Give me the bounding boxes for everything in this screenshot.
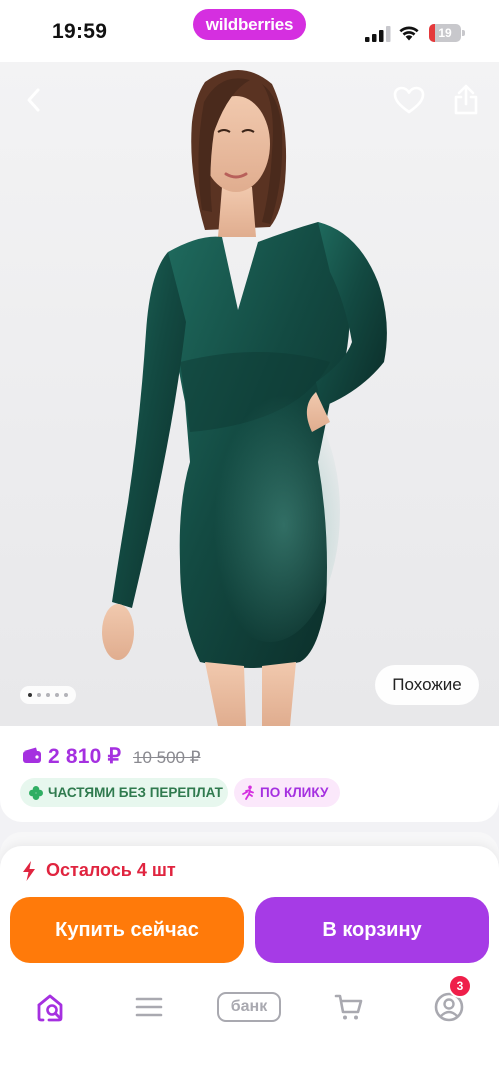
stock-text: Осталось 4 шт	[46, 860, 176, 880]
back-chevron-icon	[27, 88, 40, 112]
wallet-icon	[23, 747, 41, 763]
product-photo	[102, 69, 387, 726]
share-icon	[454, 84, 478, 115]
battery-level-text: 19	[438, 26, 452, 40]
tab-home[interactable]	[26, 982, 76, 1032]
gallery-dot[interactable]	[55, 693, 59, 697]
home-search-icon	[37, 994, 63, 1022]
signal-icon	[365, 26, 391, 42]
installment-tag[interactable]: ЧАСТЯМИ БЕЗ ПЕРЕПЛАТ	[20, 778, 228, 807]
battery-icon: 19	[429, 24, 465, 42]
back-button[interactable]	[14, 80, 54, 120]
status-bar: 19:59 wildberries 19	[0, 0, 499, 62]
gallery-dot[interactable]	[28, 693, 32, 697]
product-page: 19:59 wildberries 19 Похожие 2 810 ₽ 10 …	[0, 0, 499, 1080]
clover-icon	[29, 785, 43, 800]
tab-bank[interactable]: банк	[214, 982, 284, 1032]
catalog-menu-icon	[135, 997, 163, 1017]
bank-icon: банк	[217, 992, 281, 1022]
one-click-tag[interactable]: ПО КЛИКУ	[234, 778, 340, 807]
add-to-cart-button[interactable]: В корзину	[255, 897, 489, 963]
gallery-dot[interactable]	[64, 693, 68, 697]
status-time: 19:59	[52, 20, 108, 43]
buy-now-button[interactable]: Купить сейчас	[10, 897, 244, 963]
wifi-icon	[399, 26, 419, 41]
share-button[interactable]	[446, 80, 486, 120]
product-photo-gallery[interactable]: Похожие	[0, 62, 499, 726]
price-current: 2 810 ₽	[48, 745, 122, 768]
tab-cart[interactable]	[324, 982, 374, 1032]
tab-catalog[interactable]	[124, 982, 174, 1032]
cart-count-badge: 3	[448, 974, 472, 998]
purchase-panel: Осталось 4 шт Купить сейчас В корзину ба…	[0, 846, 499, 1080]
brand-logo[interactable]: wildberries	[193, 9, 306, 40]
price-card: 2 810 ₽ 10 500 ₽ ЧАСТЯМИ БЕЗ ПЕРЕПЛАТ ПО…	[0, 726, 499, 822]
bottom-tab-bar: банк 3	[0, 974, 499, 1032]
similar-products-button[interactable]: Похожие	[375, 665, 479, 705]
lightning-icon	[23, 860, 35, 881]
gallery-dot[interactable]	[37, 693, 41, 697]
gallery-dot[interactable]	[46, 693, 50, 697]
favorite-button[interactable]	[389, 80, 429, 120]
price-old: 10 500 ₽	[133, 748, 201, 767]
gallery-pagination[interactable]	[20, 686, 76, 704]
stock-indicator: Осталось 4 шт	[22, 860, 176, 881]
running-person-icon	[242, 785, 254, 800]
cart-icon	[334, 994, 363, 1020]
one-click-tag-label: ПО КЛИКУ	[260, 785, 329, 800]
installment-tag-label: ЧАСТЯМИ БЕЗ ПЕРЕПЛАТ	[48, 785, 223, 800]
heart-icon	[393, 86, 425, 114]
